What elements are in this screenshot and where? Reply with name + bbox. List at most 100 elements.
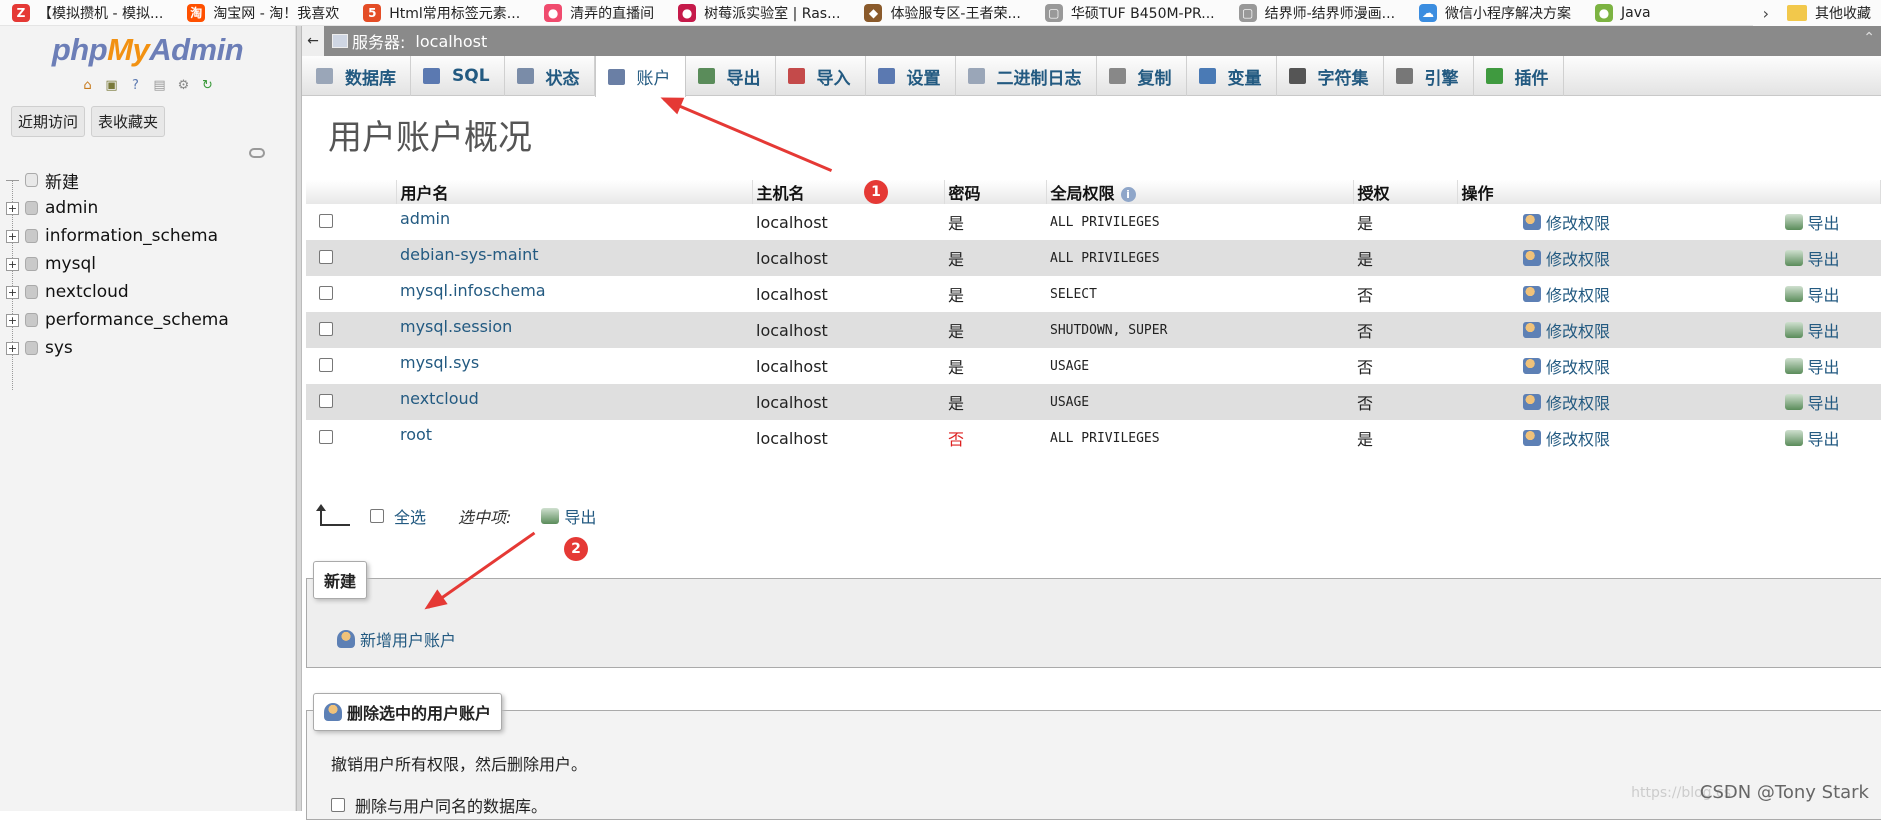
bookmark-item[interactable]: 淘淘宝网 - 淘！我喜欢 bbox=[175, 0, 351, 25]
back-arrow-icon[interactable]: ← bbox=[302, 26, 324, 56]
bookmark-item[interactable]: ● Java bbox=[1583, 0, 1663, 25]
row-checkbox[interactable] bbox=[319, 357, 333, 372]
export-link[interactable]: 导出 bbox=[1784, 318, 1840, 342]
home-icon[interactable]: ⌂ bbox=[79, 76, 97, 94]
edit-privileges-link[interactable]: 修改权限 bbox=[1523, 210, 1610, 234]
bookmark-item[interactable]: 5 Html常用标签元素... bbox=[351, 0, 532, 25]
expand-icon[interactable]: + bbox=[6, 201, 19, 215]
expand-icon[interactable]: + bbox=[6, 257, 19, 271]
header-grant[interactable]: 授权 bbox=[1353, 180, 1458, 204]
settings-icon[interactable]: ⚙ bbox=[175, 76, 193, 94]
bookmark-item[interactable]: ▢ 结界师-结界师漫画... bbox=[1227, 0, 1407, 25]
tab-engine[interactable]: 引擎 bbox=[1384, 56, 1474, 96]
database-name[interactable]: admin bbox=[45, 198, 98, 218]
phpmyadmin-logo[interactable]: phpMyAdmin bbox=[0, 32, 295, 68]
header-password[interactable]: 密码 bbox=[944, 180, 1047, 204]
bookmark-item[interactable]: ▢ 华硕TUF B450M-PR... bbox=[1033, 0, 1227, 25]
export-link[interactable]: 导出 bbox=[1784, 210, 1840, 234]
username-link[interactable]: admin bbox=[400, 209, 450, 228]
tree-item-database[interactable]: + admin bbox=[6, 194, 229, 222]
expand-icon[interactable]: + bbox=[6, 341, 19, 355]
tab-plugin[interactable]: 插件 bbox=[1474, 56, 1564, 96]
tab-charset[interactable]: 字符集 bbox=[1277, 56, 1384, 96]
tab-import[interactable]: 导入 bbox=[776, 56, 866, 96]
database-name[interactable]: performance_schema bbox=[45, 310, 229, 330]
link-with-main-icon[interactable] bbox=[249, 148, 265, 158]
tab-wrench[interactable]: 设置 bbox=[866, 56, 956, 96]
header-host[interactable]: 主机名 bbox=[752, 180, 945, 204]
row-checkbox[interactable] bbox=[319, 249, 333, 264]
bookmark-item[interactable]: ◆ 体验服专区-王者荣... bbox=[852, 0, 1032, 25]
header-username[interactable]: 用户名 bbox=[396, 180, 753, 204]
row-checkbox[interactable] bbox=[319, 285, 333, 300]
recent-button[interactable]: 近期访问 bbox=[11, 106, 86, 137]
username-link[interactable]: mysql.infoschema bbox=[400, 281, 546, 300]
row-checkbox[interactable] bbox=[319, 321, 333, 336]
edit-privileges-link[interactable]: 修改权限 bbox=[1523, 426, 1610, 450]
reload-icon[interactable]: ↻ bbox=[199, 76, 217, 94]
username-link[interactable]: mysql.session bbox=[400, 317, 512, 336]
bulk-export-button[interactable]: 导出 bbox=[541, 504, 596, 528]
tree-item-database[interactable]: + mysql bbox=[6, 250, 229, 278]
server-name-link[interactable]: localhost bbox=[415, 32, 487, 51]
username-link[interactable]: root bbox=[400, 425, 432, 444]
export-link[interactable]: 导出 bbox=[1784, 390, 1840, 414]
info-icon[interactable]: i bbox=[1120, 187, 1136, 202]
collapse-icon[interactable]: ⌃ bbox=[1863, 30, 1875, 46]
drop-database-checkbox[interactable] bbox=[331, 798, 345, 812]
expand-icon[interactable]: + bbox=[6, 313, 19, 327]
tab-status[interactable]: 状态 bbox=[505, 56, 595, 96]
tree-item-database[interactable]: + performance_schema bbox=[6, 306, 229, 334]
help-icon[interactable]: ? bbox=[127, 76, 145, 94]
tab-database[interactable]: 数据库 bbox=[304, 56, 411, 96]
database-name[interactable]: sys bbox=[45, 338, 73, 358]
expand-icon[interactable]: + bbox=[6, 229, 19, 243]
tree-item-database[interactable]: + information_schema bbox=[6, 222, 229, 250]
tab-replicate[interactable]: 复制 bbox=[1097, 56, 1187, 96]
drop-database-option[interactable]: 删除与用户同名的数据库。 bbox=[331, 793, 547, 817]
export-icon bbox=[1784, 250, 1803, 266]
export-link[interactable]: 导出 bbox=[1784, 426, 1840, 450]
add-user-account-link[interactable]: 新增用户账户 bbox=[337, 627, 456, 651]
tab-export[interactable]: 导出 bbox=[686, 56, 776, 96]
edit-privileges-link[interactable]: 修改权限 bbox=[1523, 354, 1610, 378]
export-link[interactable]: 导出 bbox=[1784, 354, 1840, 378]
export-link[interactable]: 导出 bbox=[1784, 282, 1840, 306]
edit-privileges-link[interactable]: 修改权限 bbox=[1523, 246, 1610, 270]
username-link[interactable]: mysql.sys bbox=[400, 353, 479, 372]
tree-item-database[interactable]: + sys bbox=[6, 334, 229, 362]
row-checkbox[interactable] bbox=[319, 213, 333, 228]
bookmark-item[interactable]: Z 【模拟攒机 - 模拟... bbox=[0, 0, 175, 25]
logout-icon[interactable]: ▣ bbox=[103, 76, 121, 94]
select-all-label[interactable]: 全选 bbox=[394, 504, 426, 528]
tree-item-new[interactable]: 新建 bbox=[6, 166, 229, 194]
favorites-button[interactable]: 表收藏夹 bbox=[91, 106, 166, 137]
tab-variables[interactable]: 变量 bbox=[1187, 56, 1277, 96]
select-all-checkbox[interactable] bbox=[370, 509, 384, 523]
header-global-privs[interactable]: 全局权限 i bbox=[1046, 180, 1354, 204]
tab-sql[interactable]: SQL bbox=[411, 56, 505, 96]
edit-privileges-link[interactable]: 修改权限 bbox=[1523, 282, 1610, 306]
export-link[interactable]: 导出 bbox=[1784, 246, 1840, 270]
username-link[interactable]: debian-sys-maint bbox=[400, 245, 538, 264]
table-header-row: 用户名 主机名 密码 全局权限 i 授权 操作 bbox=[306, 180, 1881, 204]
database-name[interactable]: nextcloud bbox=[45, 282, 129, 302]
row-checkbox[interactable] bbox=[319, 429, 333, 444]
edit-privileges-link[interactable]: 修改权限 bbox=[1523, 390, 1610, 414]
bookmark-item[interactable]: ● 树莓派实验室 | Ras... bbox=[666, 0, 852, 25]
server-breadcrumb: ← 服务器: localhost ⌃ bbox=[302, 26, 1881, 56]
edit-privileges-link[interactable]: 修改权限 bbox=[1523, 318, 1610, 342]
bookmark-item[interactable]: ☁ 微信小程序解决方案 bbox=[1407, 0, 1583, 25]
expand-icon[interactable]: + bbox=[6, 285, 19, 299]
tab-binlog[interactable]: 二进制日志 bbox=[956, 56, 1097, 96]
bookmark-item[interactable]: ● 清弄的直播间 bbox=[532, 0, 666, 25]
tree-item-database[interactable]: + nextcloud bbox=[6, 278, 229, 306]
chevron-right-icon[interactable]: › bbox=[1763, 4, 1769, 23]
database-name[interactable]: mysql bbox=[45, 254, 96, 274]
row-checkbox[interactable] bbox=[319, 393, 333, 408]
tab-accounts[interactable]: 账户 bbox=[594, 56, 686, 97]
database-name[interactable]: information_schema bbox=[45, 226, 218, 246]
username-link[interactable]: nextcloud bbox=[400, 389, 479, 408]
other-bookmarks[interactable]: › 其他收藏 bbox=[1752, 0, 1881, 26]
docs-icon[interactable]: ▤ bbox=[151, 76, 169, 94]
